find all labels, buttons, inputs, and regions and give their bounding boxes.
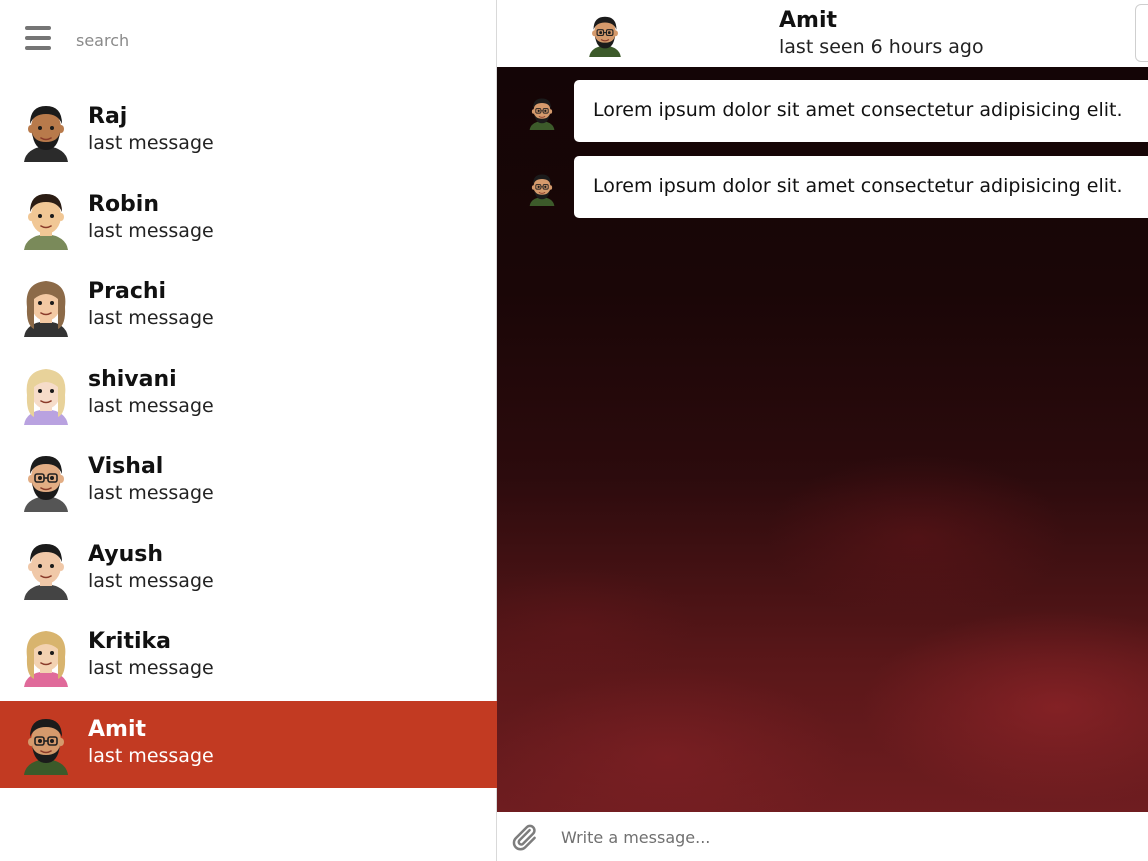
chat-name: Amit xyxy=(88,716,147,742)
chat-name: Vishal xyxy=(88,454,164,479)
contact-status: last seen 6 hours ago xyxy=(779,36,984,58)
chat-list-item-kritika[interactable]: Kritika last message xyxy=(0,613,497,701)
hamburger-menu-icon[interactable] xyxy=(25,25,51,51)
avatar xyxy=(14,536,78,604)
chat-list-item-vishal[interactable]: Vishal last message xyxy=(0,438,497,526)
chat-panel: Amit last seen 6 hours ago Lorem ipsum d… xyxy=(497,0,1148,861)
chat-list-item-prachi[interactable]: Prachi last message xyxy=(0,263,497,351)
chat-last-message: last message xyxy=(88,132,214,154)
chat-list-item-robin[interactable]: Robin last message xyxy=(0,176,497,264)
chat-list: Raj last message Robin last message Prachi la… xyxy=(0,88,497,788)
message-area: Lorem ipsum dolor sit amet consectetur a… xyxy=(497,67,1148,812)
chat-name: Raj xyxy=(88,104,128,129)
header-action-button[interactable] xyxy=(1135,4,1148,62)
chat-last-message: last message xyxy=(88,744,214,767)
chat-last-message: last message xyxy=(88,569,214,592)
avatar xyxy=(14,273,78,341)
chat-last-message: last message xyxy=(88,657,214,679)
message-composer xyxy=(497,812,1148,861)
chat-list-item-raj[interactable]: Raj last message xyxy=(0,88,497,176)
avatar xyxy=(14,711,78,779)
chat-name: Ayush xyxy=(88,541,164,567)
avatar xyxy=(14,361,78,429)
chat-last-message: last message xyxy=(88,394,214,417)
chat-app: Rajlast messageRobinlast messagePrachila… xyxy=(0,0,1148,861)
message-avatar xyxy=(524,170,560,210)
message-row: Lorem ipsum dolor sit amet consectetur a… xyxy=(497,80,1148,142)
contact-avatar[interactable] xyxy=(582,11,628,61)
chat-name: Kritika xyxy=(88,629,171,654)
avatar xyxy=(14,186,78,254)
chat-list-item-shivani[interactable]: shivani last message xyxy=(0,351,497,439)
avatar xyxy=(14,98,78,166)
chat-last-message: last message xyxy=(88,482,214,504)
search-bar xyxy=(0,0,497,80)
chat-last-message: last message xyxy=(88,219,214,242)
chat-list-item-amit[interactable]: Amit last message xyxy=(0,700,497,788)
message-bubble[interactable]: Lorem ipsum dolor sit amet consectetur a… xyxy=(574,156,1148,218)
chat-name: Prachi xyxy=(88,279,167,304)
search-input[interactable] xyxy=(76,26,456,54)
message-avatar xyxy=(524,94,560,134)
chat-last-message: last message xyxy=(88,307,214,329)
sidebar: Rajlast messageRobinlast messagePrachila… xyxy=(0,0,497,861)
avatar xyxy=(14,448,78,516)
message-row: Lorem ipsum dolor sit amet consectetur a… xyxy=(497,156,1148,218)
chat-list-item-ayush[interactable]: Ayush last message xyxy=(0,526,497,614)
contact-name: Amit xyxy=(779,8,838,33)
chat-name: shivani xyxy=(88,366,177,392)
avatar xyxy=(14,623,78,691)
message-bubble[interactable]: Lorem ipsum dolor sit amet consectetur a… xyxy=(574,80,1148,142)
message-input[interactable] xyxy=(561,824,1121,850)
chat-name: Robin xyxy=(88,191,160,217)
chat-header: Amit last seen 6 hours ago xyxy=(497,0,1148,67)
paperclip-icon[interactable] xyxy=(509,822,539,852)
